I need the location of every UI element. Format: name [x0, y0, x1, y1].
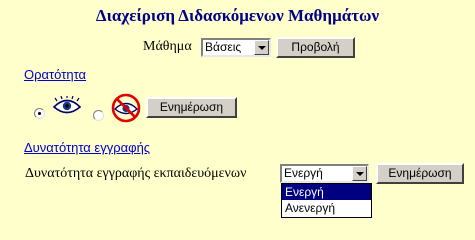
enrollment-label: Δυνατότητα εγγραφής εκπαιδευόμενων: [25, 166, 247, 181]
chevron-down-icon[interactable]: [352, 166, 367, 181]
chevron-down-icon[interactable]: [254, 40, 269, 55]
course-label: Μάθημα: [143, 39, 192, 54]
view-button[interactable]: Προβολή: [276, 37, 355, 58]
enrollment-select-value: Ενεργή: [284, 166, 323, 180]
enrollment-options-list[interactable]: Ενεργή Ανενεργή: [281, 183, 372, 218]
course-select-value: Βάσεις: [205, 40, 242, 54]
enrollment-option-active[interactable]: Ενεργή: [282, 184, 371, 200]
visibility-visible-radio[interactable]: [34, 108, 45, 119]
enrollment-update-button[interactable]: Ενημέρωση: [376, 163, 464, 184]
page-title: Διαχείριση Διδασκόμενων Μαθημάτων: [95, 6, 380, 25]
visibility-heading[interactable]: Ορατότητα: [24, 67, 86, 82]
enrollment-heading[interactable]: Δυνατότητα εγγραφής: [24, 140, 150, 155]
enrollment-option-inactive[interactable]: Ανενεργή: [282, 200, 371, 216]
enrollment-select[interactable]: Ενεργή: [280, 164, 369, 183]
visibility-update-button[interactable]: Ενημέρωση: [146, 97, 237, 118]
visibility-hidden-radio[interactable]: [93, 110, 104, 121]
eye-icon: [52, 96, 82, 114]
eye-crossed-icon: [111, 93, 141, 123]
course-select[interactable]: Βάσεις: [201, 38, 271, 57]
